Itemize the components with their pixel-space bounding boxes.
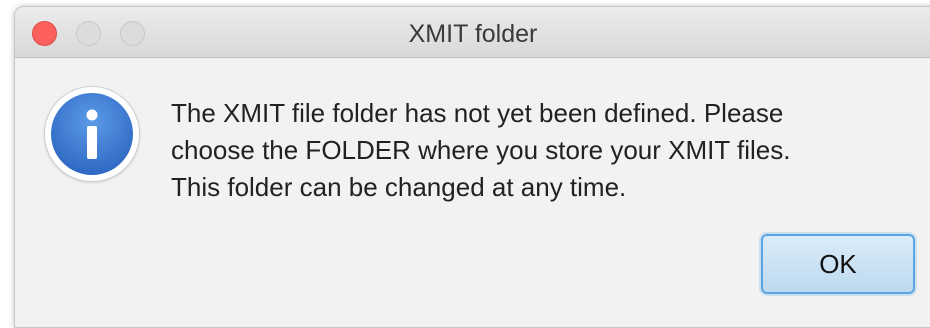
- info-icon: [45, 87, 139, 181]
- dialog-window: XMIT folder The XMIT file folder has not…: [14, 6, 930, 328]
- title-bar[interactable]: XMIT folder: [15, 7, 930, 58]
- message-line: The XMIT file folder has not yet been de…: [171, 98, 784, 128]
- window-title: XMIT folder: [408, 20, 538, 48]
- dialog-message: The XMIT file folder has not yet been de…: [171, 95, 911, 206]
- message-line: choose the FOLDER where you store your X…: [171, 135, 791, 165]
- message-line: This folder can be changed at any time.: [171, 172, 627, 202]
- ok-button[interactable]: OK: [761, 234, 915, 294]
